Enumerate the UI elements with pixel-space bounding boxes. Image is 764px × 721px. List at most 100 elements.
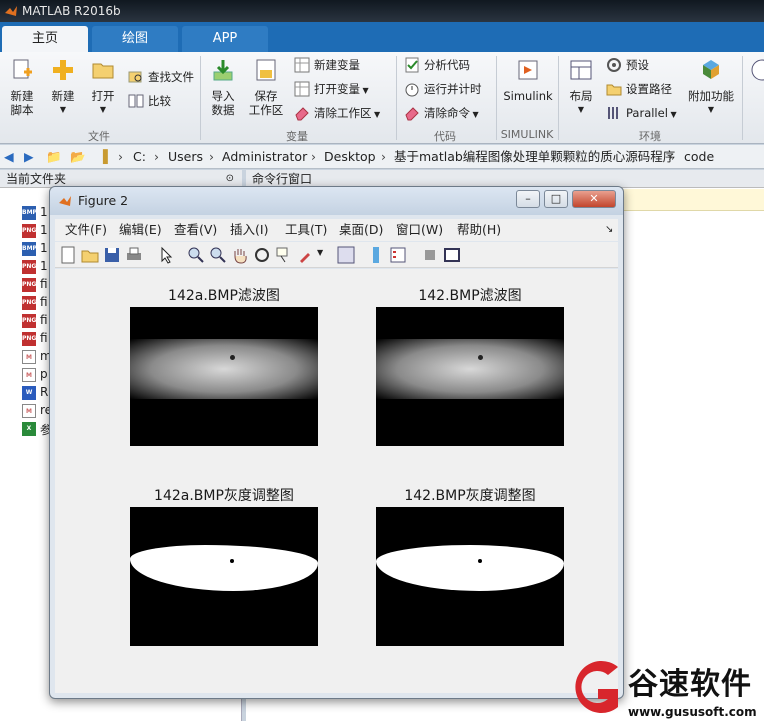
breadcrumb-item[interactable]: code	[684, 145, 714, 169]
run-and-time-button[interactable]: 运行并计时	[404, 80, 482, 98]
rotate-3d-icon[interactable]	[253, 246, 271, 264]
data-cursor-icon[interactable]	[275, 246, 293, 264]
colorbar-icon[interactable]	[367, 246, 385, 264]
open-variable-button[interactable]: 打开变量 ▼	[294, 80, 369, 98]
compare-label: 比较	[148, 94, 171, 108]
clear-workspace-label: 清除工作区	[314, 106, 372, 120]
dock-icon[interactable]: ↘	[605, 219, 613, 241]
new-script-icon	[13, 59, 32, 79]
print-icon[interactable]	[125, 246, 143, 264]
close-button[interactable]: ✕	[572, 190, 616, 208]
filtered-image-plot[interactable]	[130, 307, 318, 446]
group-label-simulink: SIMULINK	[500, 128, 554, 141]
link-plot-icon[interactable]	[337, 246, 355, 264]
gray-adjusted-image-plot[interactable]	[130, 507, 318, 646]
gray-adjusted-image-plot[interactable]	[376, 507, 564, 646]
tab-home[interactable]: 主页	[2, 26, 88, 52]
plot-title: 142a.BMP滤波图	[168, 288, 280, 304]
add-ons-button[interactable]: 附加功能 ▼	[686, 58, 736, 117]
breadcrumb-item[interactable]: Administrator	[222, 145, 307, 169]
legend-icon[interactable]	[389, 246, 407, 264]
up-folder-icon[interactable]: 📁	[46, 145, 62, 169]
file-list-item[interactable]: 1	[40, 241, 48, 255]
import-data-button[interactable]: 导入 数据	[204, 58, 242, 117]
breadcrumb-item[interactable]: 基于matlab编程图像处理单颗颗粒的质心源码程序	[394, 145, 675, 169]
analyze-code-button[interactable]: 分析代码	[404, 56, 470, 74]
chevron-down-icon[interactable]: ▼	[317, 248, 323, 257]
brush-icon[interactable]	[297, 246, 315, 264]
pan-hand-icon[interactable]	[231, 246, 249, 264]
filtered-image-plot[interactable]	[376, 307, 564, 446]
clear-commands-button[interactable]: 清除命令 ▼	[404, 104, 479, 122]
breadcrumb-separator: ›	[668, 149, 673, 164]
menu-tools[interactable]: 工具(T)	[285, 219, 327, 241]
tab-plots[interactable]: 绘图	[92, 26, 178, 52]
file-list-item[interactable]: p	[40, 367, 48, 381]
open-button[interactable]: 打开 ▼	[86, 58, 120, 117]
folder-icon: ▐	[98, 149, 108, 164]
breadcrumb-separator: ›	[311, 149, 316, 164]
layout-icon	[570, 60, 592, 80]
file-list-item[interactable]: fi	[40, 277, 48, 291]
minimize-button[interactable]: –	[516, 190, 540, 208]
parallel-button[interactable]: Parallel ▼	[606, 104, 677, 122]
breadcrumb-item[interactable]: C:	[133, 145, 146, 169]
zoom-in-icon[interactable]	[187, 246, 205, 264]
file-list-item[interactable]: 1	[40, 223, 48, 237]
maximize-button[interactable]: □	[544, 190, 568, 208]
show-plot-tools-icon[interactable]	[443, 246, 461, 264]
zoom-out-icon[interactable]	[209, 246, 227, 264]
eraser-icon	[295, 107, 309, 121]
menu-edit[interactable]: 编辑(E)	[119, 219, 162, 241]
menu-window[interactable]: 窗口(W)	[396, 219, 443, 241]
breadcrumb-item[interactable]: Users	[168, 145, 203, 169]
new-button[interactable]: 新建 ▼	[46, 58, 80, 117]
chevron-down-icon: ▼	[577, 105, 585, 114]
new-figure-icon[interactable]	[59, 246, 77, 264]
simulink-button[interactable]: Simulink	[502, 58, 554, 103]
file-list-item[interactable]: fi	[40, 295, 48, 309]
save-workspace-button[interactable]: 保存 工作区	[246, 58, 286, 117]
help-button[interactable]	[748, 58, 764, 89]
file-list-item[interactable]: fi	[40, 331, 48, 345]
forward-icon[interactable]: ▶	[24, 145, 34, 169]
menu-desktop[interactable]: 桌面(D)	[339, 219, 383, 241]
layout-button[interactable]: 布局 ▼	[564, 58, 598, 117]
parallel-icon	[608, 107, 618, 119]
file-type-icon: PNG	[22, 296, 36, 310]
pointer-icon[interactable]	[157, 246, 175, 264]
figure-canvas: 142a.BMP滤波图 142.BMP滤波图 142a.BMP灰度调整图 142…	[55, 269, 618, 693]
figure-window[interactable]: Figure 2 – □ ✕ 文件(F) 编辑(E) 查看(V) 插入(I) 工…	[49, 186, 624, 699]
app-titlebar: MATLAB R2016b	[0, 0, 764, 22]
save-icon[interactable]	[103, 246, 121, 264]
set-path-button[interactable]: 设置路径	[606, 80, 672, 98]
menu-insert[interactable]: 插入(I)	[230, 219, 268, 241]
figure-titlebar[interactable]: Figure 2 – □ ✕	[50, 187, 623, 215]
find-files-button[interactable]: 查找文件	[128, 68, 194, 86]
tab-apps[interactable]: APP	[182, 26, 268, 52]
menu-help[interactable]: 帮助(H)	[457, 219, 501, 241]
file-type-icon: PNG	[22, 224, 36, 238]
open-file-icon[interactable]	[81, 246, 99, 264]
file-type-icon: BMP	[22, 206, 37, 220]
file-list-item[interactable]: 1	[40, 259, 48, 273]
group-label-code: 代码	[434, 130, 456, 143]
browse-folder-icon[interactable]: 📂	[70, 145, 86, 169]
help-icon	[751, 59, 764, 81]
new-variable-button[interactable]: 新建变量	[294, 56, 360, 74]
breadcrumb-item[interactable]: Desktop	[324, 145, 376, 169]
file-list-item[interactable]: 1	[40, 205, 48, 219]
preferences-button[interactable]: 预设	[606, 56, 649, 74]
back-icon[interactable]: ◀	[4, 145, 14, 169]
plot-title: 142.BMP灰度调整图	[404, 488, 536, 504]
app-title: MATLAB R2016b	[22, 4, 121, 18]
menu-view[interactable]: 查看(V)	[174, 219, 217, 241]
file-list-item[interactable]: fi	[40, 313, 48, 327]
file-list-item[interactable]: R	[40, 385, 48, 399]
brand-logo-icon	[575, 661, 618, 713]
new-script-button[interactable]: 新建 脚本	[4, 58, 40, 117]
clear-workspace-button[interactable]: 清除工作区 ▼	[294, 104, 380, 122]
hide-plot-tools-icon[interactable]	[421, 246, 439, 264]
menu-file[interactable]: 文件(F)	[65, 219, 107, 241]
compare-button[interactable]: 比较	[128, 92, 171, 110]
